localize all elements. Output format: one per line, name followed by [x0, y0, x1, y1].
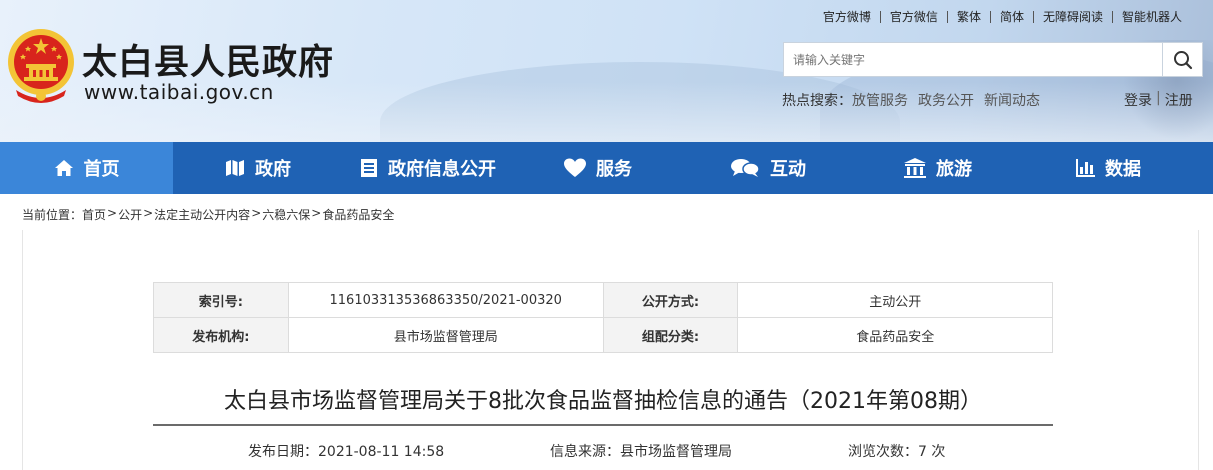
- main-nav: 首页 政府 政府信息公开 服务 互动 旅游 数据: [0, 142, 1213, 194]
- hot-search: 热点搜索： 放管服务 政务公开 新闻动态: [782, 90, 1050, 110]
- breadcrumb-prefix: 当前位置：: [22, 208, 83, 222]
- publisher-label: 发布机构:: [153, 317, 289, 353]
- home-icon: [54, 159, 74, 177]
- auth-divider: |: [1156, 90, 1161, 106]
- view-count-value: 7 次: [918, 444, 946, 460]
- nav-item-label: 旅游: [936, 159, 972, 180]
- method-label: 公开方式:: [602, 282, 739, 318]
- info-source-value: 县市场监督管理局: [620, 444, 732, 460]
- view-count-label: 浏览次数：: [848, 444, 918, 460]
- content-border-right: [1198, 230, 1199, 470]
- content-border-left: [22, 230, 23, 470]
- top-link-robot[interactable]: 智能机器人: [1113, 8, 1191, 25]
- breadcrumb-item[interactable]: 法定主动公开内容: [154, 206, 250, 223]
- category-label: 组配分类:: [602, 317, 739, 353]
- building-icon: [904, 158, 926, 178]
- nav-item-gov-info[interactable]: 政府信息公开: [343, 142, 513, 194]
- index-value: 116103313536863350/2021-00320: [287, 282, 604, 318]
- index-label: 索引号:: [153, 282, 289, 318]
- top-link-simplified[interactable]: 简体: [991, 8, 1033, 25]
- title-divider: [153, 424, 1053, 426]
- hot-search-keyword[interactable]: 新闻动态: [984, 90, 1040, 110]
- breadcrumb-separator: >: [107, 206, 118, 220]
- article-title: 太白县市场监督管理局关于8批次食品监督抽检信息的通告（2021年第08期）: [224, 389, 982, 414]
- method-value: 主动公开: [737, 282, 1053, 318]
- category-value: 食品药品安全: [737, 317, 1053, 353]
- table-row: 发布机构: 县市场监督管理局 组配分类: 食品药品安全: [153, 317, 1053, 353]
- site-url[interactable]: www.taibai.gov.cn: [84, 80, 274, 104]
- map-icon: [225, 159, 245, 177]
- national-emblem-icon: [8, 29, 74, 103]
- top-link-accessibility[interactable]: 无障碍阅读: [1034, 8, 1112, 25]
- nav-item-label: 服务: [596, 159, 632, 180]
- nav-item-label: 互动: [770, 159, 806, 180]
- publish-date-label: 发布日期：: [248, 444, 318, 460]
- site-header: 太白县人民政府 www.taibai.gov.cn 官方微博 官方微信 繁体 简…: [0, 0, 1213, 142]
- breadcrumb-item[interactable]: 首页: [82, 206, 106, 223]
- breadcrumb-separator: >: [251, 206, 262, 220]
- hot-search-keyword[interactable]: 放管服务: [852, 90, 908, 110]
- view-count: 浏览次数：7 次: [848, 441, 945, 461]
- breadcrumb-item[interactable]: 食品药品安全: [322, 206, 394, 223]
- nav-item-home[interactable]: 首页: [0, 142, 173, 194]
- publisher-value: 县市场监督管理局: [287, 317, 604, 353]
- publish-date: 发布日期：2021-08-11 14:58: [248, 441, 444, 461]
- info-source-label: 信息来源：: [550, 444, 620, 460]
- heart-icon: [564, 158, 586, 178]
- hot-search-keyword[interactable]: 政务公开: [918, 90, 974, 110]
- nav-item-government[interactable]: 政府: [173, 142, 343, 194]
- nav-item-label: 政府: [255, 159, 291, 180]
- nav-item-label: 数据: [1105, 159, 1141, 180]
- register-link[interactable]: 注册: [1165, 90, 1193, 110]
- top-link-wechat[interactable]: 官方微信: [881, 8, 947, 25]
- nav-item-tourism[interactable]: 旅游: [853, 142, 1023, 194]
- top-link-weibo[interactable]: 官方微博: [814, 8, 880, 25]
- top-link-traditional[interactable]: 繁体: [948, 8, 990, 25]
- breadcrumb: 当前位置： 首页 > 公开 > 法定主动公开内容 > 六稳六保 > 食品药品安全: [22, 206, 394, 223]
- breadcrumb-separator: >: [311, 206, 322, 220]
- site-title[interactable]: 太白县人民政府: [82, 34, 334, 85]
- nav-item-label: 政府信息公开: [388, 159, 496, 180]
- nav-item-label: 首页: [83, 159, 120, 180]
- search-button[interactable]: [1162, 43, 1202, 76]
- search-box: [783, 42, 1203, 77]
- nav-item-data[interactable]: 数据: [1023, 142, 1193, 194]
- search-input[interactable]: [784, 43, 1162, 76]
- top-links: 官方微博 官方微信 繁体 简体 无障碍阅读 智能机器人: [814, 8, 1191, 25]
- breadcrumb-separator: >: [143, 206, 154, 220]
- nav-item-service[interactable]: 服务: [513, 142, 683, 194]
- document-info-table: 索引号: 116103313536863350/2021-00320 公开方式:…: [153, 282, 1053, 353]
- bar-chart-icon: [1075, 159, 1095, 177]
- breadcrumb-item[interactable]: 六稳六保: [262, 206, 310, 223]
- publish-date-value: 2021-08-11 14:58: [318, 444, 445, 460]
- list-icon: [360, 158, 378, 178]
- login-link[interactable]: 登录: [1124, 90, 1152, 110]
- search-icon: [1173, 50, 1192, 69]
- hot-search-label: 热点搜索：: [782, 93, 852, 109]
- info-source: 信息来源：县市场监督管理局: [550, 441, 732, 461]
- chat-icon: [730, 158, 760, 178]
- auth-links: 登录 | 注册: [1124, 90, 1193, 110]
- table-row: 索引号: 116103313536863350/2021-00320 公开方式:…: [153, 282, 1053, 318]
- nav-item-interaction[interactable]: 互动: [683, 142, 853, 194]
- breadcrumb-item[interactable]: 公开: [118, 206, 142, 223]
